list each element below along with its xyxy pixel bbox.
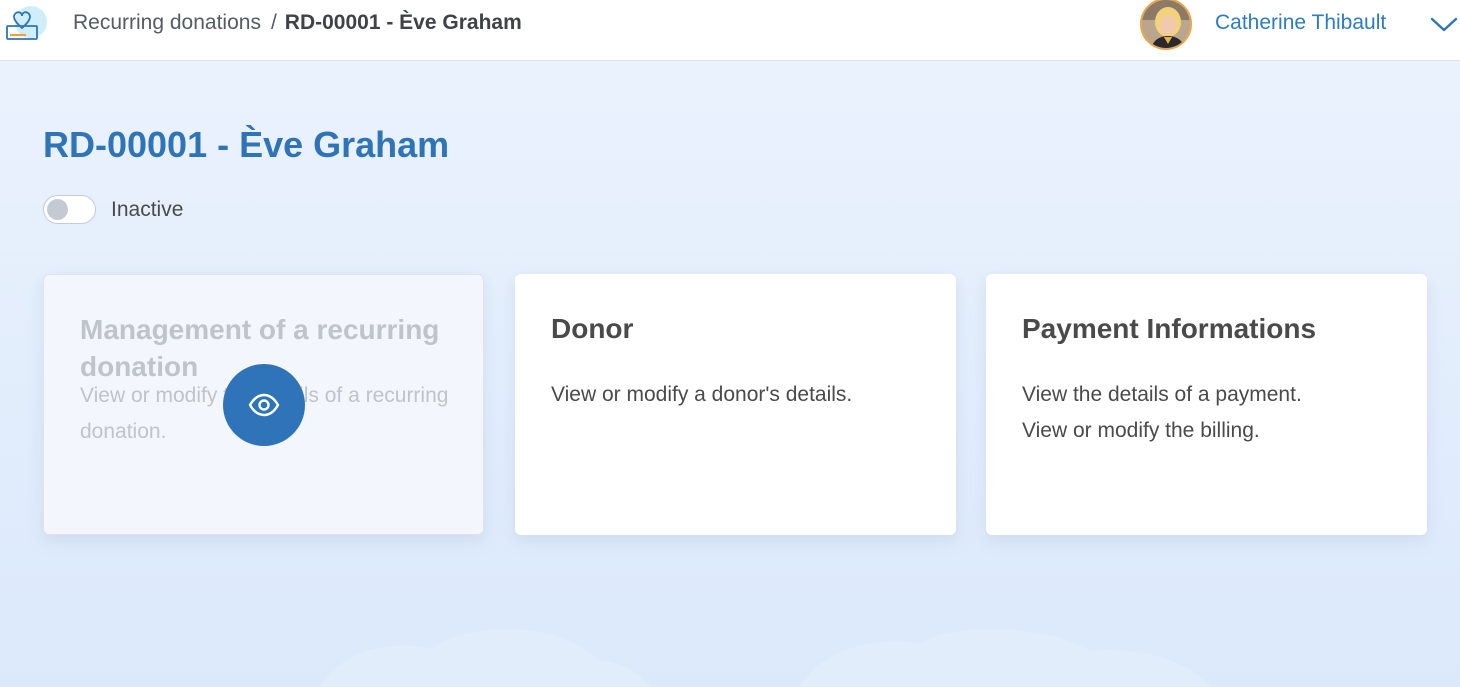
card-description: View or modify a donor's details.: [551, 383, 853, 406]
top-bar: Recurring donations / RD-00001 - Ève Graha…: [0, 0, 1460, 61]
card-description: View the details of a payment. View or m…: [1022, 377, 1407, 449]
user-portrait-icon: [1142, 0, 1190, 48]
chevron-down-icon[interactable]: [1428, 13, 1460, 35]
card-title: Donor: [551, 313, 634, 344]
card-payment-informations[interactable]: Payment Informations View the details of…: [986, 274, 1427, 535]
status-label: Inactive: [111, 198, 184, 221]
main-content: RD-00001 - Ève Graham Inactive Managemen…: [0, 61, 1460, 687]
toggle-knob: [47, 199, 68, 220]
breadcrumb: Recurring donations / RD-00001 - Ève Graha…: [73, 10, 522, 36]
status-toggle[interactable]: [43, 195, 96, 224]
card-recurring-donation-management[interactable]: Management of a recurring donation View …: [43, 274, 484, 535]
view-button[interactable]: [223, 364, 305, 446]
breadcrumb-separator: /: [270, 11, 277, 34]
user-name[interactable]: Catherine Thibault: [1215, 10, 1386, 36]
breadcrumb-recurring-donations-link[interactable]: Recurring donations: [73, 11, 261, 34]
heart-hand-logo-icon[interactable]: [4, 6, 52, 42]
eye-icon: [248, 393, 280, 417]
page-title: RD-00001 - Ève Graham: [43, 124, 450, 165]
card-title: Payment Informations: [1022, 313, 1317, 344]
breadcrumb-current: RD-00001 - Ève Graham: [284, 11, 522, 34]
avatar[interactable]: [1140, 0, 1192, 50]
card-description-line: View the details of a payment.: [1022, 383, 1302, 406]
card-description-line: View or modify the billing.: [1022, 419, 1260, 442]
card-donor[interactable]: Donor View or modify a donor's details.: [515, 274, 956, 535]
